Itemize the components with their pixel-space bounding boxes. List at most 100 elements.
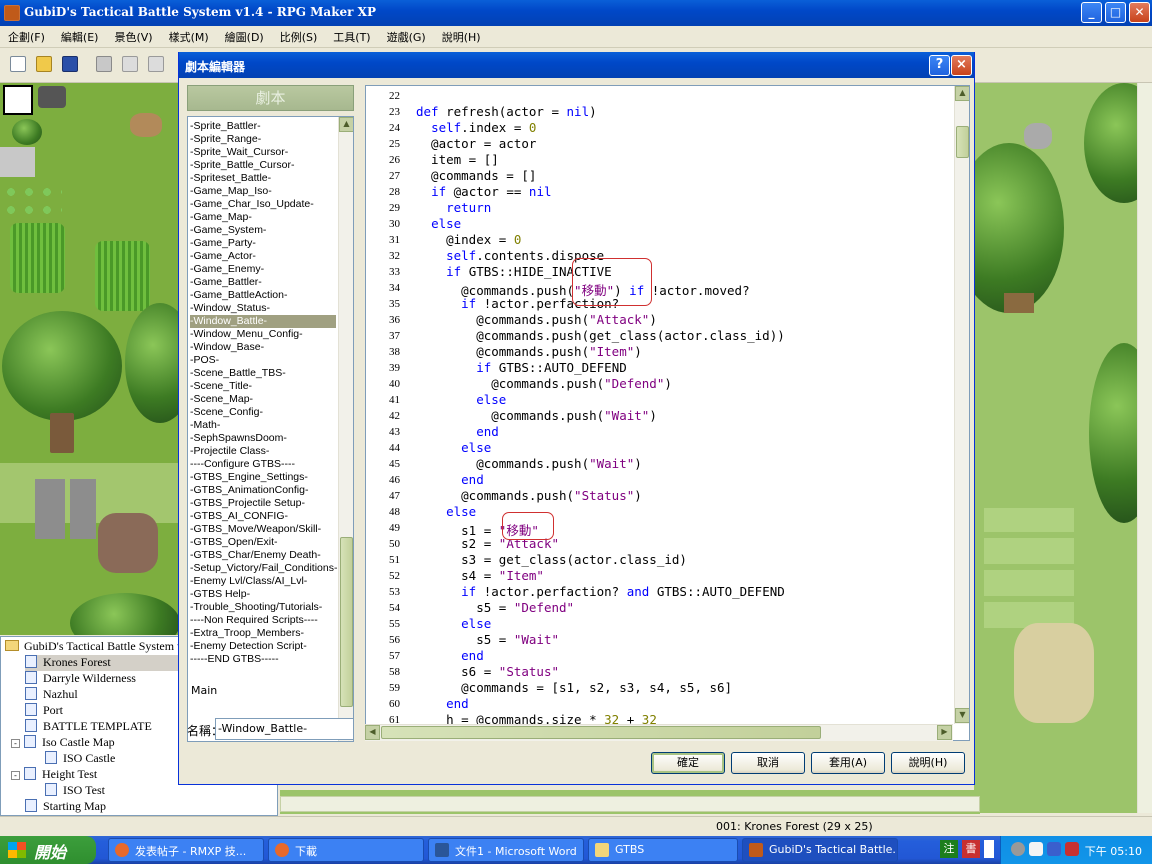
map-item-starting-map[interactable]: Starting Map — [25, 799, 106, 815]
menu-mode[interactable]: 樣式(M) — [161, 26, 217, 45]
help-text-button[interactable]: 說明(H) — [891, 752, 965, 774]
menu-tools[interactable]: 工具(T) — [325, 26, 378, 45]
script-item[interactable]: ----Non Required Scripts---- — [190, 614, 318, 627]
script-item[interactable]: -Scene_Config- — [190, 406, 263, 419]
script-item[interactable]: -GTBS_Char/Enemy Death- — [190, 549, 321, 562]
task-word[interactable]: 文件1 - Microsoft Word — [428, 838, 584, 862]
script-item[interactable]: -Math- — [190, 419, 220, 432]
script-item[interactable]: -Spriteset_Battle- — [190, 172, 271, 185]
script-item[interactable]: -Setup_Victory/Fail_Conditions- — [190, 562, 337, 575]
script-item[interactable]: -Scene_Title- — [190, 380, 252, 393]
task-rpg-maker[interactable]: GubiD's Tactical Battle... — [742, 838, 898, 862]
start-button[interactable]: 開始 — [0, 836, 96, 864]
script-item[interactable]: -GTBS_Open/Exit- — [190, 536, 278, 549]
script-item-main[interactable]: Main — [191, 684, 217, 697]
cut-icon[interactable] — [96, 56, 112, 72]
dialog-close-button[interactable]: × — [951, 55, 972, 76]
map-item-iso-castle-map[interactable]: - Iso Castle Map — [11, 735, 115, 751]
scroll-down-icon[interactable]: ▼ — [955, 708, 969, 723]
script-item[interactable]: -Game_Actor- — [190, 250, 256, 263]
collapse-icon[interactable]: - — [11, 771, 20, 780]
script-item[interactable]: -GTBS_Engine_Settings- — [190, 471, 308, 484]
menu-file[interactable]: 企劃(F) — [0, 26, 53, 45]
task-gtbs-folder[interactable]: GTBS — [588, 838, 738, 862]
ime-icon[interactable]: 注 — [940, 840, 958, 858]
script-item[interactable]: -GTBS_AnimationConfig- — [190, 484, 308, 497]
script-item[interactable]: -Game_Battler- — [190, 276, 262, 289]
ok-button[interactable]: 確定 — [651, 752, 725, 774]
script-item[interactable]: -Enemy Lvl/Class/AI_Lvl- — [190, 575, 307, 588]
code-horizontal-scrollbar[interactable]: ◀ ▶ — [365, 724, 953, 741]
script-item[interactable]: -Window_Status- — [190, 302, 270, 315]
script-list-scrollbar[interactable]: ▲ ▼ — [338, 117, 353, 741]
cancel-button[interactable]: 取消 — [731, 752, 805, 774]
tray-network-icon[interactable] — [1047, 842, 1061, 856]
save-icon[interactable] — [62, 56, 78, 72]
tray-arrow-icon[interactable] — [1011, 842, 1025, 856]
map-horizontal-scrollbar[interactable] — [280, 790, 980, 814]
script-item[interactable]: -GTBS_AI_CONFIG- — [190, 510, 288, 523]
script-item[interactable]: -Game_Enemy- — [190, 263, 264, 276]
script-list[interactable]: -Sprite_Battler- -Sprite_Range- -Sprite_Wa… — [187, 116, 354, 742]
script-item[interactable]: -Projectile Class- — [190, 445, 269, 458]
map-item-height-test[interactable]: - Height Test — [11, 767, 97, 783]
tileset-palette[interactable] — [0, 83, 178, 635]
menu-scale[interactable]: 比例(S) — [272, 26, 326, 45]
ime-mode-icon[interactable]: 書 — [962, 840, 980, 858]
script-item[interactable]: -Game_Party- — [190, 237, 256, 250]
menu-edit[interactable]: 編輯(E) — [53, 26, 107, 45]
script-item[interactable]: ----Configure GTBS---- — [190, 458, 295, 471]
script-item[interactable]: -Sprite_Battle_Cursor- — [190, 159, 294, 172]
script-item[interactable]: -----END GTBS----- — [190, 653, 279, 666]
copy-icon[interactable] — [122, 56, 138, 72]
script-item[interactable]: -Game_Map_Iso- — [190, 185, 272, 198]
task-rmxp-post[interactable]: 发表帖子 - RMXP 技... — [108, 838, 264, 862]
maximize-button[interactable]: □ — [1105, 2, 1126, 23]
map-item-iso-test[interactable]: ISO Test — [45, 783, 105, 799]
scroll-thumb[interactable] — [956, 126, 969, 158]
selected-tile[interactable] — [3, 85, 33, 115]
dialog-title-bar[interactable]: 劇本編輯器 ? × — [179, 52, 974, 78]
script-item[interactable]: -Scene_Map- — [190, 393, 253, 406]
collapse-icon[interactable]: - — [11, 739, 20, 748]
close-button[interactable]: ✕ — [1129, 2, 1150, 23]
map-item-port[interactable]: Port — [25, 703, 63, 719]
map-item-iso-castle[interactable]: ISO Castle — [45, 751, 115, 767]
help-button[interactable]: ? — [929, 55, 950, 76]
main-title-bar[interactable]: GubiD's Tactical Battle System v1.4 - RP… — [0, 0, 1152, 26]
script-item[interactable]: -GTBS Help- — [190, 588, 250, 601]
map-canvas[interactable] — [974, 83, 1152, 813]
script-item[interactable]: -POS- — [190, 354, 219, 367]
task-downloads[interactable]: 下載 — [268, 838, 424, 862]
paste-icon[interactable] — [148, 56, 164, 72]
scroll-right-icon[interactable]: ▶ — [937, 725, 952, 740]
script-item[interactable]: -GTBS_Projectile Setup- — [190, 497, 305, 510]
script-item[interactable]: -Game_BattleAction- — [190, 289, 287, 302]
menu-help[interactable]: 說明(H) — [434, 26, 489, 45]
script-name-field[interactable]: -Window_Battle- — [215, 718, 354, 740]
map-item-darryle-wilderness[interactable]: Darryle Wilderness — [25, 671, 136, 687]
code-vertical-scrollbar[interactable]: ▲ ▼ — [954, 86, 969, 724]
map-item-battle-template[interactable]: BATTLE TEMPLATE — [25, 719, 152, 735]
script-item[interactable]: -Sprite_Battler- — [190, 120, 261, 133]
tray-star-icon[interactable] — [1029, 842, 1043, 856]
script-item[interactable]: -Trouble_Shooting/Tutorials- — [190, 601, 322, 614]
script-item[interactable]: -Window_Menu_Config- — [190, 328, 303, 341]
menu-draw[interactable]: 繪圖(D) — [217, 26, 272, 45]
code-editor[interactable]: 22 23 def refresh(actor = nil) 24 self.inde… — [365, 85, 970, 741]
script-item[interactable]: -Sprite_Wait_Cursor- — [190, 146, 288, 159]
script-item[interactable]: -Game_System- — [190, 224, 266, 237]
open-folder-icon[interactable] — [36, 56, 52, 72]
scroll-thumb[interactable] — [340, 537, 353, 707]
script-item[interactable]: -Game_Map- — [190, 211, 252, 224]
script-item[interactable]: -Window_Base- — [190, 341, 264, 354]
tray-security-icon[interactable] — [1065, 842, 1079, 856]
script-item[interactable]: -GTBS_Move/Weapon/Skill- — [190, 523, 321, 536]
hscroll-thumb[interactable] — [381, 726, 821, 739]
script-item[interactable]: -Enemy Detection Script- — [190, 640, 307, 653]
script-item[interactable]: -Sprite_Range- — [190, 133, 261, 146]
menu-game[interactable]: 遊戲(G) — [379, 26, 434, 45]
map-item-nazhul[interactable]: Nazhul — [25, 687, 78, 703]
minimize-button[interactable]: _ — [1081, 2, 1102, 23]
script-item[interactable]: -Game_Char_Iso_Update- — [190, 198, 314, 211]
